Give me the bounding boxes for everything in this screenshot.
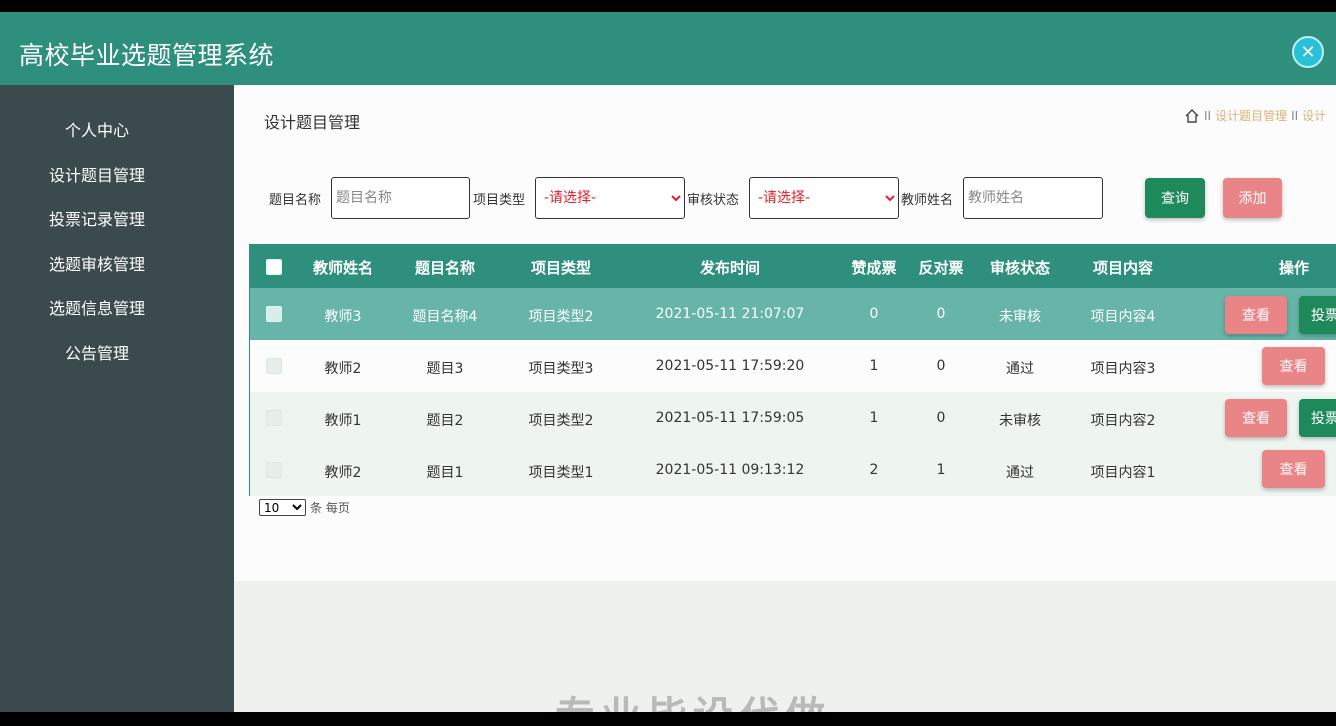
view-button[interactable]: 查看	[1262, 450, 1325, 488]
cell-status: 通过	[1006, 465, 1034, 481]
table-header: 教师姓名 题目名称 项目类型 发布时间 赞成票 反对票 审核状态 项目内容 操作	[250, 245, 1336, 288]
query-button[interactable]: 查询	[1145, 178, 1205, 218]
cell-content: 项目内容2	[1090, 413, 1156, 429]
cell-content: 项目内容3	[1090, 361, 1156, 377]
cell-title: 题目3	[426, 361, 464, 377]
sidebar-item-personal-center[interactable]: 个人中心	[0, 117, 194, 141]
row-checkbox[interactable]	[266, 358, 282, 374]
cell-teacher: 教师2	[324, 465, 362, 481]
cell-content: 项目内容4	[1090, 309, 1156, 325]
cell-yes-votes: 0	[869, 306, 879, 322]
close-icon[interactable]: ✕	[1292, 36, 1324, 68]
add-button[interactable]: 添加	[1223, 178, 1282, 218]
column-header[interactable]: 教师姓名	[313, 257, 373, 278]
cell-no-votes: 0	[936, 306, 946, 322]
cell-title: 题目1	[426, 465, 464, 481]
view-button[interactable]: 查看	[1262, 347, 1325, 385]
review-status-label: 审核状态	[687, 193, 740, 208]
home-icon[interactable]	[1184, 108, 1200, 124]
page-title: 设计题目管理	[264, 113, 361, 132]
breadcrumb-item-current[interactable]: 设计	[1302, 107, 1326, 124]
cell-status: 未审核	[999, 309, 1041, 325]
column-header[interactable]: 项目内容	[1093, 257, 1153, 278]
cell-yes-votes: 1	[869, 358, 879, 374]
cell-teacher: 教师1	[324, 413, 362, 429]
cell-no-votes: 0	[936, 410, 946, 426]
cell-content: 项目内容1	[1090, 465, 1156, 481]
app-frame: 高校毕业选题管理系统 ✕ 个人中心 设计题目管理 投票记录管理 选题审核管理 选…	[0, 12, 1336, 712]
cell-time: 2021-05-11 21:07:07	[655, 306, 805, 322]
teacher-name-input[interactable]	[963, 177, 1103, 219]
cell-yes-votes: 2	[869, 462, 879, 478]
view-button[interactable]: 查看	[1225, 296, 1287, 334]
column-header[interactable]: 发布时间	[700, 257, 760, 278]
page-size-select[interactable]: 10	[259, 499, 306, 516]
breadcrumb-separator: II	[1204, 108, 1212, 123]
pagination: 10 条 每页	[259, 499, 350, 516]
project-type-label: 项目类型	[473, 193, 526, 208]
breadcrumb-item-design-topics[interactable]: 设计题目管理	[1215, 107, 1287, 124]
cell-no-votes: 1	[936, 462, 946, 478]
main-panel: 设计题目管理 II 设计题目管理 II 设计 题目名称 项目类型 -请选择- 审…	[234, 85, 1336, 581]
cell-status: 未审核	[999, 413, 1041, 429]
column-header[interactable]: 审核状态	[990, 257, 1050, 278]
sidebar-item-design-topics[interactable]: 设计题目管理	[0, 162, 194, 186]
cell-type: 项目类型1	[528, 465, 594, 481]
top-bar: 高校毕业选题管理系统 ✕	[0, 12, 1336, 85]
cell-teacher: 教师3	[324, 309, 362, 325]
vote-button[interactable]: 投票	[1299, 296, 1336, 334]
cell-time: 2021-05-11 09:13:12	[655, 462, 805, 478]
row-checkbox[interactable]	[266, 462, 282, 478]
view-button[interactable]: 查看	[1225, 399, 1287, 437]
cell-teacher: 教师2	[324, 361, 362, 377]
column-header[interactable]: 反对票	[918, 257, 963, 278]
cell-type: 项目类型2	[528, 309, 594, 325]
review-status-select[interactable]: -请选择-	[749, 177, 899, 219]
select-all-checkbox[interactable]	[266, 259, 282, 275]
row-checkbox[interactable]	[266, 410, 282, 426]
sidebar-item-vote-records[interactable]: 投票记录管理	[0, 206, 194, 230]
cell-time: 2021-05-11 17:59:20	[655, 358, 805, 374]
sidebar-item-topic-info[interactable]: 选题信息管理	[0, 295, 194, 319]
cell-title: 题目2	[426, 413, 464, 429]
topic-name-input[interactable]	[331, 177, 470, 219]
cell-status: 通过	[1006, 361, 1034, 377]
sidebar-item-announcements[interactable]: 公告管理	[0, 340, 194, 364]
table-row[interactable]: 教师2 题目1 项目类型1 2021-05-11 09:13:12 2 1 通过…	[250, 444, 1336, 496]
table-row[interactable]: 教师2 题目3 项目类型3 2021-05-11 17:59:20 1 0 通过…	[250, 340, 1336, 392]
cell-no-votes: 0	[936, 358, 946, 374]
column-header[interactable]: 赞成票	[851, 257, 896, 278]
table-row[interactable]: 教师1 题目2 项目类型2 2021-05-11 17:59:05 1 0 未审…	[250, 392, 1336, 444]
sidebar: 个人中心 设计题目管理 投票记录管理 选题审核管理 选题信息管理 公告管理	[0, 85, 234, 712]
row-checkbox[interactable]	[266, 306, 282, 322]
topics-table: 教师姓名 题目名称 项目类型 发布时间 赞成票 反对票 审核状态 项目内容 操作…	[249, 244, 1336, 496]
breadcrumb: II 设计题目管理 II 设计	[1184, 107, 1326, 124]
cell-title: 题目名称4	[412, 309, 478, 325]
teacher-name-label: 教师姓名	[901, 193, 954, 208]
topic-name-label: 题目名称	[269, 193, 322, 208]
app-title: 高校毕业选题管理系统	[19, 41, 275, 70]
table-row[interactable]: 教师3 题目名称4 项目类型2 2021-05-11 21:07:07 0 0 …	[250, 288, 1336, 340]
page-size-label: 条 每页	[310, 501, 350, 515]
column-header[interactable]: 项目类型	[531, 257, 591, 278]
cell-time: 2021-05-11 17:59:05	[655, 410, 805, 426]
cell-type: 项目类型2	[528, 413, 594, 429]
cell-yes-votes: 1	[869, 410, 879, 426]
breadcrumb-separator: II	[1291, 108, 1299, 123]
column-header[interactable]: 题目名称	[415, 257, 475, 278]
project-type-select[interactable]: -请选择-	[535, 177, 685, 219]
cell-type: 项目类型3	[528, 361, 594, 377]
sidebar-item-topic-review[interactable]: 选题审核管理	[0, 251, 194, 275]
watermark: 专业毕设代做	[555, 684, 831, 712]
column-header: 操作	[1278, 259, 1310, 277]
vote-button[interactable]: 投票	[1299, 399, 1336, 437]
